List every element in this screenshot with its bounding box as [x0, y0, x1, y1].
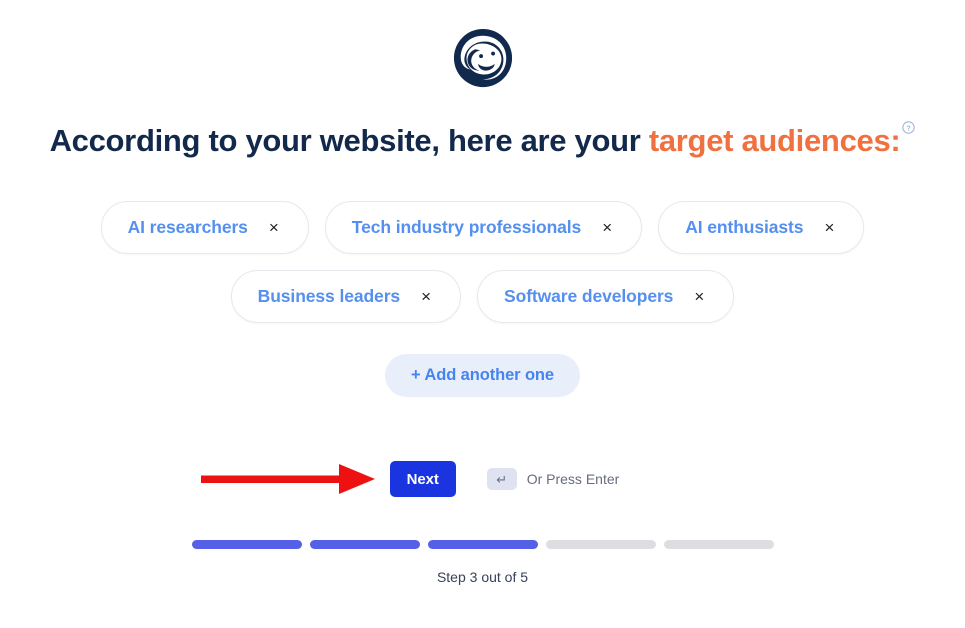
- audience-tag-label: Tech industry professionals: [351, 217, 582, 237]
- audience-tag[interactable]: Business leaders ×: [230, 270, 462, 323]
- add-audience-container: + Add another one: [0, 354, 965, 397]
- audience-tag-list: AI researchers × Tech industry professio…: [0, 201, 965, 323]
- close-icon[interactable]: ×: [418, 288, 434, 305]
- progress-segment-2: [309, 540, 420, 549]
- page-title: According to your website, here are your…: [0, 118, 965, 164]
- action-row: Next ↵ Or Press Enter: [0, 461, 965, 497]
- step-indicator-label: Step 3 out of 5: [436, 569, 529, 585]
- onboarding-page: According to your website, here are your…: [0, 0, 965, 628]
- sloth-face-logo-icon: [453, 28, 512, 88]
- next-button[interactable]: Next: [389, 461, 456, 497]
- audience-tag-label: AI enthusiasts: [685, 217, 804, 237]
- enter-hint: ↵ Or Press Enter: [486, 468, 620, 490]
- enter-key-icon: ↵: [486, 468, 517, 490]
- headline-lead: According to your website, here are your: [49, 123, 649, 158]
- close-icon[interactable]: ×: [691, 288, 707, 305]
- svg-text:?: ?: [907, 123, 912, 132]
- audience-tag[interactable]: AI enthusiasts ×: [658, 201, 865, 254]
- progress-segment-1: [191, 540, 302, 549]
- progress-segment-5: [663, 540, 774, 549]
- progress-bar: [0, 540, 965, 549]
- progress-segment-4: [545, 540, 656, 549]
- close-icon[interactable]: ×: [266, 219, 282, 236]
- audience-tag-label: Business leaders: [257, 286, 401, 306]
- action-inner: Next ↵ Or Press Enter: [389, 461, 620, 497]
- progress-segment-3: [427, 540, 538, 549]
- audience-tag-label: AI researchers: [127, 217, 248, 237]
- close-icon[interactable]: ×: [599, 219, 615, 236]
- brand-logo-container: [0, 27, 965, 89]
- question-circle-icon[interactable]: ?: [902, 120, 916, 134]
- audience-tag-label: Software developers: [504, 286, 674, 306]
- close-icon[interactable]: ×: [821, 219, 837, 236]
- audience-tag[interactable]: AI researchers ×: [100, 201, 309, 254]
- audience-tag[interactable]: Software developers ×: [477, 270, 735, 323]
- enter-hint-label: Or Press Enter: [526, 471, 620, 487]
- audience-tag[interactable]: Tech industry professionals ×: [324, 201, 643, 254]
- add-another-button[interactable]: + Add another one: [385, 354, 580, 397]
- headline-accent: target audiences:: [648, 123, 901, 158]
